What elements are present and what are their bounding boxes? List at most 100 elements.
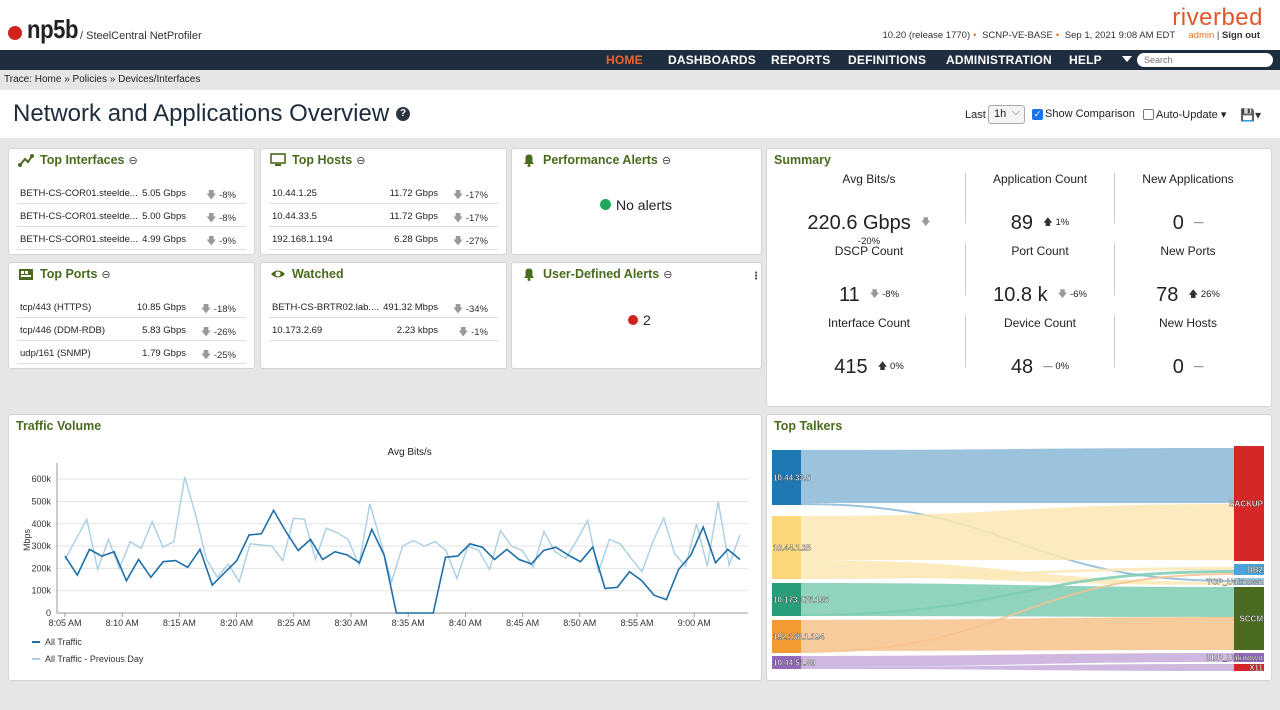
top-hosts-panel: Top Hosts ⊖ 10.44.1.25 11.72 Gbps 🡇 -17% 10… xyxy=(260,148,507,255)
row-name[interactable]: udp/161 (SNMP) xyxy=(20,348,91,359)
row-name[interactable]: BETH-CS-COR01.steelde... xyxy=(20,234,138,245)
summary-stat[interactable]: New Applications 0 — xyxy=(1123,172,1253,235)
auto-update-dropdown[interactable]: Auto-Update ▾ xyxy=(1156,108,1226,121)
row-name[interactable]: BETH-CS-BRTR02.lab.... xyxy=(272,302,379,313)
row-delta: 🡇 -1% xyxy=(458,327,488,338)
table-row[interactable]: 10.44.1.25 11.72 Gbps 🡇 -17% xyxy=(269,182,498,204)
row-name[interactable]: tcp/443 (HTTPS) xyxy=(20,302,91,313)
expand-icon[interactable]: ⊖ xyxy=(129,155,138,167)
row-name[interactable]: 10.173.2.69 xyxy=(272,325,322,336)
row-name[interactable]: 10.44.33.5 xyxy=(272,211,317,222)
row-name[interactable]: BETH-CS-COR01.steelde... xyxy=(20,188,138,199)
y-tick-label: 0 xyxy=(46,608,51,618)
row-name[interactable]: 192.168.1.194 xyxy=(272,234,333,245)
divider xyxy=(1114,315,1115,367)
summary-stat[interactable]: Port Count 10.8 k 🡇 -6% xyxy=(975,244,1105,307)
sankey-source-label: 10.44.51.30 xyxy=(773,659,816,668)
search-scope-chevron-icon[interactable] xyxy=(1122,56,1132,62)
x-tick-label: 8:20 AM xyxy=(220,618,253,628)
summary-stat[interactable]: Avg Bits/s 220.6 Gbps 🡇 -20% xyxy=(804,172,934,253)
table-row[interactable]: BETH-CS-BRTR02.lab.... 491.32 Mbps 🡇 -34% xyxy=(269,296,498,318)
expand-icon[interactable]: ⊖ xyxy=(101,269,110,281)
summary-stat[interactable]: New Ports 78 🡅 26% xyxy=(1123,244,1253,307)
breadcrumb[interactable]: Trace: Home » Policies » Devices/Interfa… xyxy=(4,74,200,85)
stat-label: New Ports xyxy=(1160,244,1216,258)
version-info: 10.20 (release 1770) • SCNP-VE-BASE • Sep … xyxy=(882,30,1260,41)
row-name[interactable]: 10.44.1.25 xyxy=(272,188,317,199)
more-options-icon[interactable]: ⋮ xyxy=(751,271,761,282)
row-value: 6.28 Gbps xyxy=(394,234,438,245)
watched-panel: Watched BETH-CS-BRTR02.lab.... 491.32 Mbp… xyxy=(260,262,507,369)
sankey-source-label: 192.168.1.194 xyxy=(773,633,825,642)
auto-update-checkbox[interactable] xyxy=(1143,109,1154,120)
sankey-source-label: 10.44.1.25 xyxy=(773,544,811,553)
help-icon[interactable]: ? xyxy=(396,107,410,121)
table-row[interactable]: 192.168.1.194 6.28 Gbps 🡇 -27% xyxy=(269,228,498,250)
expand-icon[interactable]: ⊖ xyxy=(356,155,365,167)
stat-label: Device Count xyxy=(1003,316,1077,330)
nav-reports[interactable]: REPORTS xyxy=(771,53,830,67)
table-row[interactable]: tcp/446 (DDM-RDB) 5.83 Gbps 🡇 -26% xyxy=(17,319,246,341)
no-alerts-text: No alerts xyxy=(616,197,673,213)
save-icon[interactable]: 💾▾ xyxy=(1240,108,1261,122)
user-alerts-count-text: 2 xyxy=(643,312,651,328)
expand-icon[interactable]: ⊖ xyxy=(662,155,671,167)
top-hosts-label: Top Hosts xyxy=(292,153,353,167)
sankey-link xyxy=(801,448,1234,503)
row-name[interactable]: tcp/446 (DDM-RDB) xyxy=(20,325,105,336)
summary-stat[interactable]: New Hosts 0 — xyxy=(1123,316,1253,379)
time-range-select[interactable]: 1h xyxy=(988,105,1025,124)
signout-link[interactable]: Sign out xyxy=(1222,30,1260,41)
show-comparison-label[interactable]: Show Comparison xyxy=(1045,108,1135,120)
performance-alerts-title[interactable]: Performance Alerts ⊖ xyxy=(543,153,671,167)
search-input[interactable] xyxy=(1137,53,1273,67)
user-link[interactable]: admin xyxy=(1188,30,1214,41)
x-tick-label: 9:00 AM xyxy=(678,618,711,628)
table-row[interactable]: 10.173.2.69 2.23 kbps 🡇 -1% xyxy=(269,319,498,341)
sankey-source-label: 10.173.175.105 xyxy=(773,596,829,605)
stat-delta: 🡅 0% xyxy=(877,360,904,372)
row-delta: 🡇 -17% xyxy=(452,190,488,201)
x-tick-label: 8:25 AM xyxy=(277,618,310,628)
brand-logo: riverbed xyxy=(1172,4,1263,31)
table-row[interactable]: BETH-CS-COR01.steelde... 5.00 Gbps 🡇 -8% xyxy=(17,205,246,227)
table-row[interactable]: udp/161 (SNMP) 1.79 Gbps 🡇 -25% xyxy=(17,342,246,364)
expand-icon[interactable]: ⊖ xyxy=(663,269,672,281)
table-row[interactable]: BETH-CS-COR01.steelde... 5.05 Gbps 🡇 -8% xyxy=(17,182,246,204)
bell-icon xyxy=(521,267,537,281)
row-value: 5.05 Gbps xyxy=(142,188,186,199)
nav-home[interactable]: HOME xyxy=(606,53,643,67)
row-name[interactable]: BETH-CS-COR01.steelde... xyxy=(20,211,138,222)
summary-stat[interactable]: Application Count 89 🡅 1% xyxy=(975,172,1105,235)
row-delta: 🡇 -8% xyxy=(206,190,236,201)
top-ports-title[interactable]: Top Ports ⊖ xyxy=(40,267,111,281)
stat-label: DSCP Count xyxy=(834,244,904,258)
stat-value: 415 xyxy=(834,356,868,378)
stat-delta: — 0% xyxy=(1043,361,1070,373)
eye-icon xyxy=(270,267,286,281)
divider xyxy=(1114,243,1115,295)
nav-definitions[interactable]: DEFINITIONS xyxy=(848,53,926,67)
top-interfaces-title[interactable]: Top Interfaces ⊖ xyxy=(40,153,138,167)
table-row[interactable]: BETH-CS-COR01.steelde... 4.99 Gbps 🡇 -9% xyxy=(17,228,246,250)
user-alerts-count[interactable]: 2 xyxy=(628,312,651,328)
nav-dashboards[interactable]: DASHBOARDS xyxy=(668,53,756,67)
summary-stat[interactable]: Device Count 48 — 0% xyxy=(975,316,1105,379)
nav-administration[interactable]: ADMINISTRATION xyxy=(946,53,1052,67)
nav-help[interactable]: HELP xyxy=(1069,53,1102,67)
y-tick-label: 100k xyxy=(31,586,51,596)
sankey-target-label: UDP_Unknown xyxy=(1206,654,1263,663)
summary-stat[interactable]: DSCP Count 11 🡇 -8% xyxy=(804,244,934,307)
table-row[interactable]: tcp/443 (HTTPS) 10.85 Gbps 🡇 -18% xyxy=(17,296,246,318)
user-alerts-title[interactable]: User-Defined Alerts ⊖ xyxy=(543,267,672,281)
show-comparison-checkbox[interactable]: ✓ xyxy=(1032,109,1043,120)
summary-stat[interactable]: Interface Count 415 🡅 0% xyxy=(804,316,934,379)
table-row[interactable]: 10.44.33.5 11.72 Gbps 🡇 -17% xyxy=(269,205,498,227)
row-value: 5.00 Gbps xyxy=(142,211,186,222)
x-tick-label: 8:55 AM xyxy=(620,618,653,628)
row-value: 11.72 Gbps xyxy=(389,211,438,222)
row-value: 491.32 Mbps xyxy=(383,302,438,313)
top-hosts-title[interactable]: Top Hosts ⊖ xyxy=(292,153,365,167)
y-tick-label: 300k xyxy=(31,541,51,551)
stat-delta: — xyxy=(1193,361,1204,373)
